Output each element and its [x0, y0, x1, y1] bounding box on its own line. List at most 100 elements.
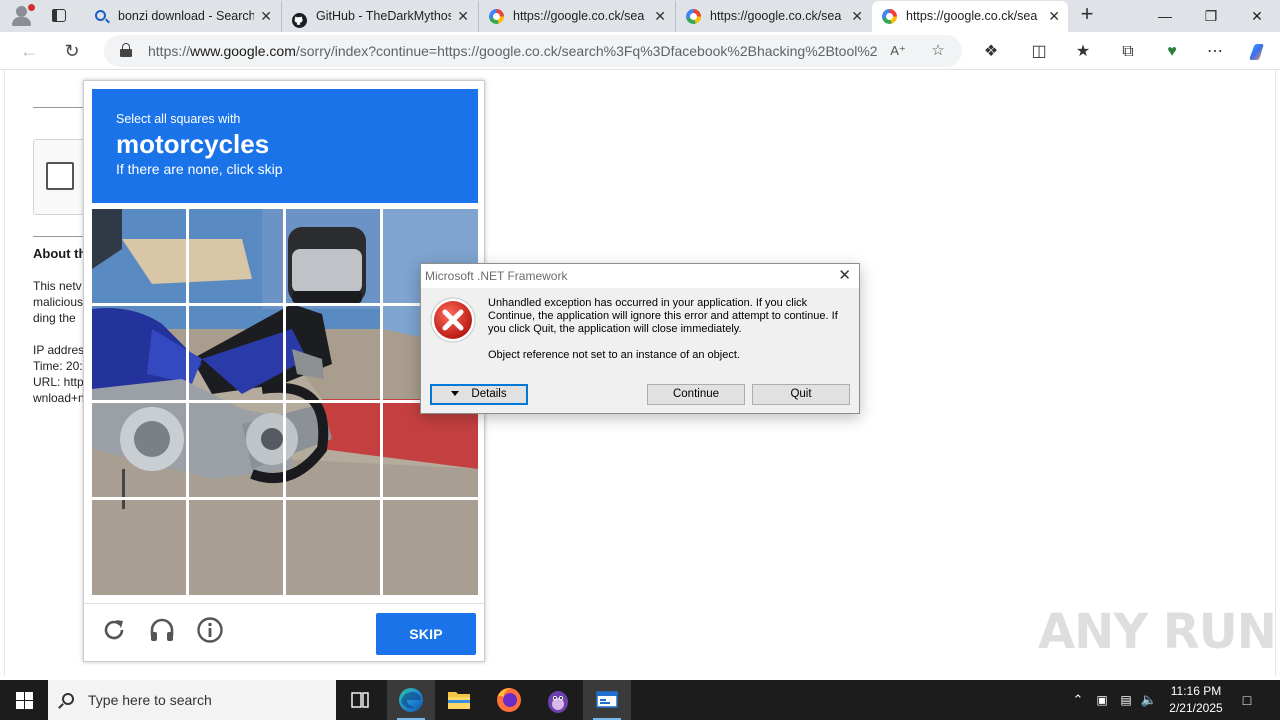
minimize-button[interactable]: — [1142, 0, 1188, 32]
grid-tile[interactable] [189, 209, 285, 305]
grid-tile[interactable] [92, 306, 188, 402]
network-icon[interactable]: ▤ [1115, 680, 1137, 720]
search-placeholder: Type here to search [88, 692, 212, 708]
headphones-icon[interactable] [148, 616, 176, 644]
task-view-icon[interactable] [336, 680, 384, 720]
copilot-icon[interactable] [1246, 41, 1268, 63]
grid-tile[interactable] [383, 403, 478, 499]
dialog-message: Unhandled exception has occurred in your… [488, 297, 838, 362]
edge-icon[interactable] [387, 680, 435, 720]
address-bar[interactable]: https://www.google.com/sorry/index?conti… [104, 35, 962, 67]
browser-tab-active[interactable]: https://google.co.ck/sea ✕ [872, 1, 1068, 32]
lock-icon[interactable] [120, 43, 132, 57]
close-icon[interactable]: ✕ [838, 264, 851, 288]
google-icon [489, 9, 504, 24]
windows-taskbar: Type here to search ⌃ ▣ ▤ 🔈 11:16 PM 2/2… [0, 680, 1280, 720]
split-screen-icon[interactable]: ◫ [1028, 41, 1050, 63]
tab-title: GitHub - TheDarkMythos [316, 9, 451, 23]
error-message: Unhandled exception has occurred in your… [488, 297, 838, 335]
tab-title: https://google.co.ck/sea [513, 9, 645, 23]
more-menu-icon[interactable]: ⋯ [1204, 41, 1226, 63]
dialog-titlebar[interactable]: Microsoft .NET Framework ✕ [421, 264, 859, 288]
browser-tab[interactable]: https://google.co.ck/sea ✕ [478, 1, 674, 32]
firefox-icon[interactable] [485, 680, 533, 720]
favorites-icon[interactable]: ★ [1072, 41, 1094, 63]
close-tab-icon[interactable]: ✕ [457, 1, 469, 31]
recaptcha-checkbox[interactable] [46, 162, 74, 190]
grid-tile[interactable] [286, 500, 382, 595]
refresh-icon[interactable]: ↻ [59, 38, 85, 64]
grid-tile[interactable] [92, 209, 188, 305]
restore-button[interactable]: ❐ [1188, 0, 1234, 32]
challenge-target: motorcycles [116, 129, 270, 159]
grid-tile[interactable] [383, 500, 478, 595]
grid-tile[interactable] [92, 403, 188, 499]
details-button[interactable]: Details [430, 384, 528, 405]
close-window-button[interactable]: ✕ [1234, 0, 1280, 32]
challenge-header: Select all squares with motorcycles If t… [92, 89, 478, 203]
error-detail: Object reference not set to an instance … [488, 349, 740, 361]
challenge-hint: If there are none, click skip [116, 161, 283, 177]
clock-time: 11:16 PM [1170, 684, 1222, 698]
about-heading: About th [33, 246, 87, 261]
taskbar-clock[interactable]: 11:16 PM 2/21/2025 [1160, 683, 1232, 717]
browser-tab[interactable]: https://google.co.ck/sea ✕ [675, 1, 871, 32]
browser-tab[interactable]: bonzi download - Search ✕ [84, 1, 280, 32]
new-tab-button[interactable]: + [1075, 3, 1099, 27]
back-arrow-icon[interactable]: ← [16, 38, 42, 64]
browser-toolbar: ← ↻ https://www.google.com/sorry/index?c… [0, 32, 1280, 70]
grid-tile[interactable] [286, 209, 382, 305]
clock-date: 2/21/2025 [1169, 701, 1223, 715]
grid-tile[interactable] [189, 403, 285, 499]
taskbar-search-box[interactable]: Type here to search [48, 680, 336, 720]
reload-icon[interactable] [100, 616, 128, 644]
close-tab-icon[interactable]: ✕ [851, 1, 863, 31]
bing-search-icon [95, 10, 106, 21]
grid-tile[interactable] [189, 306, 285, 402]
grid-tile[interactable] [286, 403, 382, 499]
quit-button[interactable]: Quit [752, 384, 850, 405]
google-icon [882, 9, 897, 24]
tab-actions-icon[interactable] [48, 6, 70, 26]
profile-icon[interactable] [8, 4, 36, 28]
continue-button[interactable]: Continue [647, 384, 745, 405]
favorite-star-icon[interactable]: ☆ [928, 41, 948, 61]
google-icon [686, 9, 701, 24]
github-icon [292, 9, 307, 28]
close-tab-icon[interactable]: ✕ [654, 1, 666, 31]
grid-tile[interactable] [189, 500, 285, 595]
url-text[interactable]: https://www.google.com/sorry/index?conti… [148, 35, 878, 67]
error-icon [429, 296, 477, 344]
challenge-instruction: Select all squares with [116, 112, 241, 126]
volume-icon[interactable]: 🔈 [1138, 680, 1160, 720]
grid-tile[interactable] [92, 500, 188, 595]
close-tab-icon[interactable]: ✕ [1048, 1, 1060, 31]
extensions-icon[interactable]: ❖ [980, 41, 1002, 63]
close-tab-icon[interactable]: ✕ [260, 1, 272, 31]
dotnet-error-dialog: Microsoft .NET Framework ✕ Unhandled exc… [420, 263, 860, 414]
browser-tab[interactable]: GitHub - TheDarkMythos ✕ [281, 1, 477, 32]
notification-icon[interactable]: □ [1236, 680, 1258, 720]
file-explorer-icon[interactable] [435, 680, 483, 720]
request-details: IP addres Time: 20: URL: http wnload+n [33, 343, 85, 405]
defender-icon[interactable]: ▣ [1092, 680, 1112, 720]
challenge-footer: SKIP [84, 603, 484, 661]
bonzi-icon[interactable] [534, 680, 582, 720]
windows-start-icon[interactable] [0, 680, 48, 720]
read-aloud-icon[interactable]: A⁺ [888, 41, 908, 61]
info-paragraph: This netv malicious ding the [33, 279, 84, 325]
anyrun-watermark: ANY RUN [1038, 604, 1277, 660]
app-window-icon[interactable] [583, 680, 631, 720]
browser-essentials-icon[interactable]: ♥ [1161, 41, 1183, 63]
chevron-up-icon[interactable]: ⌃ [1068, 680, 1088, 720]
collections-icon[interactable]: ⧉ [1117, 41, 1139, 63]
triangle-down-icon [451, 391, 460, 397]
tab-title: https://google.co.ck/sea [906, 9, 1038, 23]
browser-tab-strip: bonzi download - Search ✕ GitHub - TheDa… [0, 0, 1280, 32]
tab-title: https://google.co.ck/sea [710, 9, 842, 23]
search-icon [62, 693, 74, 705]
info-icon[interactable] [196, 616, 224, 644]
dialog-title: Microsoft .NET Framework [425, 269, 568, 283]
skip-button[interactable]: SKIP [376, 613, 476, 655]
grid-tile[interactable] [286, 306, 382, 402]
